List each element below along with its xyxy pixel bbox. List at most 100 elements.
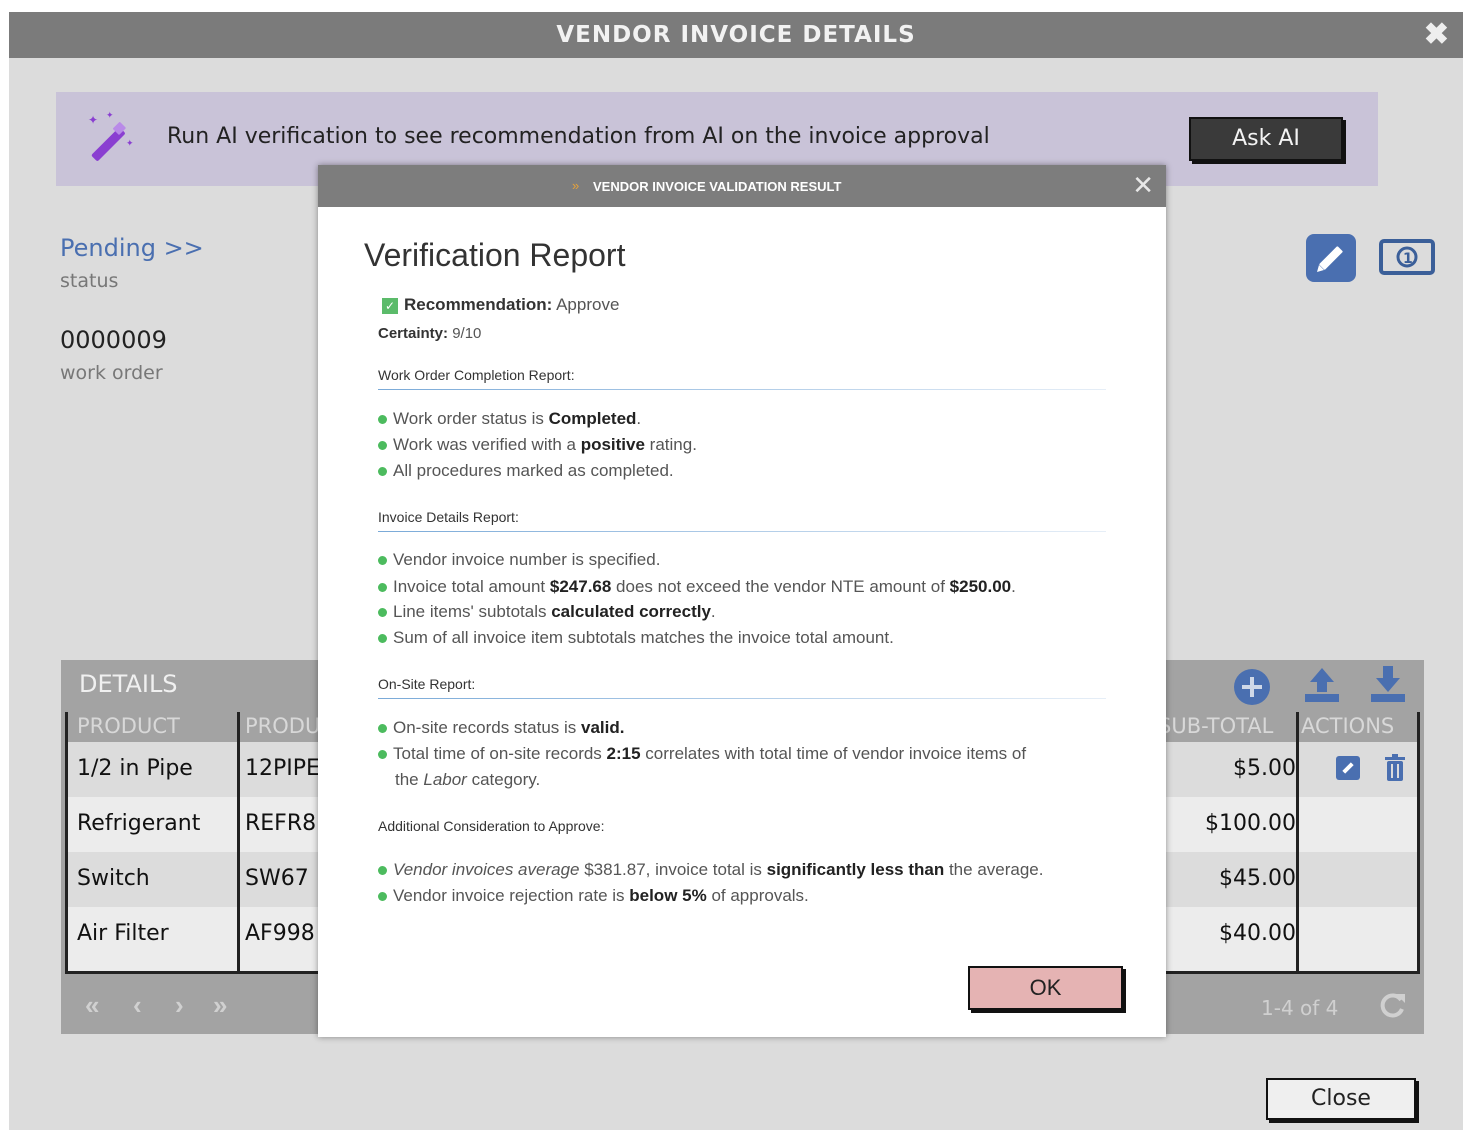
money-bill-icon[interactable]: 1	[1379, 238, 1435, 276]
green-dot-icon	[378, 415, 387, 425]
section-divider	[378, 698, 1106, 699]
pencil-icon	[1342, 762, 1354, 774]
list-item: Sum of all invoice item subtotals matche…	[378, 628, 894, 648]
ask-ai-button[interactable]: Ask AI	[1189, 117, 1343, 161]
green-dot-icon	[378, 467, 387, 477]
product-code-cell: SW67	[245, 866, 309, 891]
bullet-text: Sum of all invoice item subtotals matche…	[393, 628, 894, 647]
list-item: Total time of on-site records 2:15 corre…	[378, 744, 1026, 764]
download-icon[interactable]	[1367, 664, 1409, 706]
bullet-text: .	[636, 409, 642, 428]
svg-text:1: 1	[1403, 251, 1413, 267]
work-order-value: 0000009	[60, 326, 167, 354]
window-titlebar: VENDOR INVOICE DETAILS ✖	[9, 12, 1463, 58]
first-page-button[interactable]: «	[85, 990, 99, 1021]
bullet-text: Vendor invoice number is specified.	[393, 550, 661, 569]
prev-page-button[interactable]: ‹	[133, 990, 142, 1021]
dialog-title: VENDOR INVOICE VALIDATION RESULT	[593, 179, 842, 194]
add-icon[interactable]	[1231, 664, 1273, 706]
green-dot-icon	[378, 750, 387, 760]
pager-range: 1-4 of 4	[1261, 996, 1339, 1020]
column-header-product[interactable]: PRODUCT	[77, 714, 237, 738]
column-divider	[237, 712, 240, 971]
bullet-text: Line items' subtotals	[393, 602, 552, 621]
column-header-subtotal[interactable]: SUB-TOTAL	[1158, 714, 1293, 738]
green-dot-icon	[378, 866, 387, 876]
bullet-text: the	[395, 770, 424, 789]
list-item: Work was verified with a positive rating…	[378, 435, 697, 455]
bullet-text: .	[710, 602, 716, 621]
section-title-work-order: Work Order Completion Report:	[378, 367, 575, 383]
column-divider	[1296, 712, 1299, 971]
product-code-cell: 12PIPE	[245, 756, 320, 781]
bullet-text: .	[1011, 577, 1016, 596]
bullet-bold: Completed	[548, 409, 637, 428]
product-code-cell: REFR8	[245, 811, 317, 836]
window-title: VENDOR INVOICE DETAILS	[556, 22, 916, 48]
bullet-text: Invoice total amount	[393, 577, 550, 596]
trash-icon[interactable]	[1383, 754, 1407, 782]
green-dot-icon	[378, 608, 387, 618]
dialog-header: » VENDOR INVOICE VALIDATION RESULT ✕	[318, 165, 1166, 207]
section-divider	[378, 389, 1106, 390]
bullet-text: correlates with total time of vendor inv…	[640, 744, 1027, 763]
bullet-italic: Vendor invoices average	[393, 860, 580, 879]
upload-icon[interactable]	[1301, 664, 1343, 706]
recommendation-value: Approve	[556, 295, 620, 314]
bullet-text: category.	[466, 770, 541, 789]
product-cell: Refrigerant	[77, 811, 201, 836]
product-cell: Switch	[77, 866, 150, 891]
green-dot-icon	[378, 441, 387, 451]
bullet-bold: $247.68	[549, 577, 612, 596]
list-item: Line items' subtotals calculated correct…	[378, 602, 716, 622]
list-item: Vendor invoice number is specified.	[378, 550, 660, 570]
bullet-bold: 2:15	[606, 744, 641, 763]
green-dot-icon	[378, 556, 387, 566]
bullet-text: Vendor invoice rejection rate is	[393, 886, 630, 905]
refresh-icon[interactable]	[1377, 990, 1407, 1020]
window-close-icon[interactable]: ✖	[1424, 18, 1449, 52]
section-title-onsite: On-Site Report:	[378, 676, 476, 692]
next-page-button[interactable]: ›	[175, 990, 184, 1021]
bullet-text: Total time of on-site records	[393, 744, 607, 763]
close-button[interactable]: Close	[1266, 1078, 1416, 1120]
bullet-text: does not exceed the vendor NTE amount of	[611, 577, 950, 596]
bullet-bold: valid.	[581, 718, 625, 737]
list-item: Vendor invoice rejection rate is below 5…	[378, 886, 809, 906]
list-item: Work order status is Completed.	[378, 409, 641, 429]
bullet-bold: calculated correctly	[551, 602, 711, 621]
last-page-button[interactable]: »	[213, 990, 227, 1021]
subtotal-cell: $40.00	[1219, 921, 1296, 946]
edit-button[interactable]	[1306, 234, 1356, 282]
column-header-product-code[interactable]: PRODUCT CODE	[245, 714, 327, 738]
green-dot-icon	[378, 892, 387, 902]
green-dot-icon	[378, 634, 387, 644]
column-header-actions: ACTIONS	[1301, 714, 1395, 738]
product-cell: 1/2 in Pipe	[77, 756, 193, 781]
status-label: status	[60, 270, 119, 292]
product-cell: Air Filter	[77, 921, 169, 946]
pencil-icon	[1317, 246, 1343, 272]
bullet-text: rating.	[644, 435, 697, 454]
double-chevron-icon: »	[572, 178, 580, 193]
ok-button[interactable]: OK	[968, 966, 1123, 1010]
bullet-text: $381.87, invoice total is	[579, 860, 767, 879]
row-edit-icon[interactable]	[1336, 756, 1360, 780]
section-title-additional: Additional Consideration to Approve:	[378, 818, 605, 834]
section-title-invoice: Invoice Details Report:	[378, 509, 519, 525]
list-item: Invoice total amount $247.68 does not ex…	[378, 577, 1016, 597]
bullet-bold: positive	[580, 435, 645, 454]
certainty-value: 9/10	[452, 325, 482, 342]
status-link[interactable]: Pending >>	[60, 234, 204, 262]
dialog-close-icon[interactable]: ✕	[1132, 171, 1154, 199]
bullet-text: All procedures marked as completed.	[393, 461, 674, 480]
recommendation: ✓ Recommendation: Approve	[382, 295, 619, 315]
list-item-continuation: the Labor category.	[395, 770, 540, 790]
ai-banner-text: Run AI verification to see recommendatio…	[167, 124, 990, 149]
green-dot-icon	[378, 583, 387, 593]
subtotal-cell: $100.00	[1205, 811, 1296, 836]
subtotal-cell: $5.00	[1233, 756, 1296, 781]
bullet-bold: significantly less than	[766, 860, 945, 879]
section-divider	[378, 531, 1106, 532]
bullet-italic: Labor	[423, 770, 467, 789]
